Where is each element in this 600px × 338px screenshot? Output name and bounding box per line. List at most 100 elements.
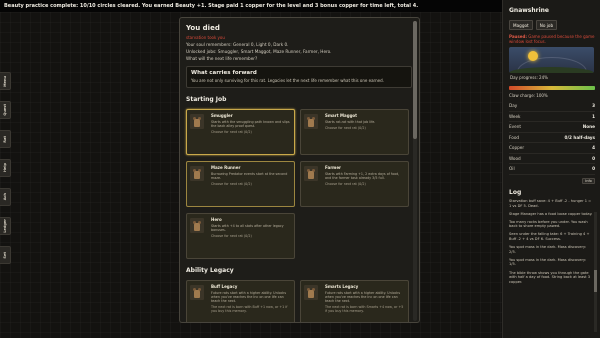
side-tab-label: Menu	[3, 75, 7, 87]
side-tab-ledger[interactable]: Ledger	[0, 217, 11, 235]
log-entry: You spot moss in the dark. Moss discover…	[509, 245, 587, 254]
panel-title: Gnawshrine	[509, 7, 549, 14]
stat-value: 3	[592, 103, 595, 109]
stats-table: Day 3 Week 1 Event None Food 0/2 half-days C…	[509, 101, 595, 175]
ability-desc: Future rats start with a higher ability.…	[325, 290, 401, 303]
job-grid: Smuggler Starts with the smuggling path …	[186, 109, 412, 259]
paused-notice: Paused: Game paused because the game win…	[509, 34, 595, 44]
claw-charge-bar	[509, 86, 595, 90]
job-card-maze-runner[interactable]: Maze Runner Burrowing Predator events st…	[186, 161, 295, 207]
stat-row-wood: Wood 0	[509, 154, 595, 164]
job-name: Maze Runner	[211, 165, 241, 170]
job-name: Hero	[211, 217, 222, 222]
job-desc: Starts with Farming +1, 2 extra days of …	[325, 171, 400, 180]
job-name: Farmer	[325, 165, 342, 170]
side-tab-help[interactable]: Help	[0, 159, 11, 177]
side-tab-label: Ledger	[3, 219, 7, 233]
stat-label: Event	[509, 124, 521, 130]
job-card-smart-maggot[interactable]: Smart Maggot Starts rat-rat with that jo…	[300, 109, 409, 155]
rat-portrait-icon	[190, 166, 204, 181]
rat-portrait-icon	[304, 166, 318, 181]
job-desc: Burrowing Predator events start at the s…	[211, 171, 288, 180]
status-panel: Gnawshrine Maggot No job Paused: Game pa…	[502, 0, 600, 338]
rat-portrait-icon	[190, 114, 204, 129]
job-choose-label: Choose for next rat (0/2)	[211, 181, 252, 186]
ability-card-smarts[interactable]: Smarts Legacy Future rats start with a h…	[300, 280, 409, 322]
side-tab-achievements[interactable]: Ach	[0, 188, 11, 206]
stat-label: Day	[509, 103, 518, 109]
job-desc: Starts with the smuggling path known and…	[211, 119, 290, 128]
job-card-smuggler[interactable]: Smuggler Starts with the smuggling path …	[186, 109, 295, 155]
stat-value: 0	[592, 166, 595, 172]
day-progress-text: Day progress: 24%	[510, 75, 548, 80]
log-entry: You spot moss in the dark. Moss discover…	[509, 257, 587, 267]
sun-icon	[528, 51, 538, 61]
log-entry: Starvation buff save: 4 + Buff -2 - hung…	[509, 199, 592, 208]
side-tab-quest[interactable]: Quest	[0, 101, 11, 119]
modal-scroll-thumb[interactable]	[413, 21, 417, 139]
carry-forward-box: What carries forward You are not only su…	[186, 66, 412, 88]
stat-row-food: Food 0/2 half-days	[509, 133, 595, 143]
stat-label: Copper	[509, 145, 525, 151]
stat-value: 0	[592, 155, 595, 161]
soul-summary: Your soul remembers: General 0, Light 0,…	[186, 42, 289, 47]
role-chips: Maggot No job	[509, 20, 595, 30]
job-chip[interactable]: No job	[535, 20, 558, 30]
day-sky	[509, 47, 594, 73]
log-scroll-thumb[interactable]	[594, 270, 597, 292]
job-name: Smart Maggot	[325, 113, 358, 118]
job-choose-label: Choose for next rat (0/2)	[211, 129, 252, 134]
modal-scrollbar[interactable]	[413, 21, 417, 321]
job-desc: Starts rat-rat with that job life.	[325, 119, 376, 124]
rat-portrait-icon	[304, 285, 318, 300]
modal-title: You died	[186, 24, 220, 32]
side-tab-label: Rat	[3, 135, 7, 143]
carry-forward-text: You are not only surviving for this rat.…	[191, 78, 384, 83]
ability-desc: Future rats start with a higher ability.…	[211, 290, 287, 303]
ability-foot: The next rat is born with Smarts +4 now,…	[325, 305, 404, 314]
job-desc: Starts with +4 to all stats after other …	[211, 223, 284, 232]
stat-label: Food	[509, 134, 520, 140]
job-choose-label: Choose for next rat (0/2)	[325, 181, 366, 186]
next-life-question: What will the next life remember?	[186, 56, 258, 61]
stat-row-copper: Copper 4	[509, 143, 595, 154]
rat-portrait-icon	[304, 114, 318, 129]
side-tab-menu[interactable]: Menu	[0, 72, 11, 90]
side-tab-label: Help	[3, 163, 7, 173]
ground	[509, 67, 594, 73]
stat-value: None	[582, 124, 595, 130]
carry-forward-title: What carries forward	[191, 70, 257, 76]
job-grid-spacer	[300, 213, 409, 259]
log-entry: Stage Manager has a food loose copper to…	[509, 211, 593, 216]
log-title: Log	[509, 188, 522, 196]
side-tab-label: Quest	[3, 104, 7, 116]
ability-name: Smarts Legacy	[325, 284, 359, 289]
unlocked-jobs: Unlocked jobs: Smuggler, Smart Maggot, M…	[186, 49, 332, 54]
log-entry: Too many rocks before you under. You was…	[509, 219, 588, 229]
ability-card-buff[interactable]: Buff Legacy Future rats start with a hig…	[186, 280, 295, 322]
job-choose-label: Choose for next rat (0/2)	[325, 125, 366, 130]
stat-label: Oil	[509, 166, 515, 172]
job-name: Smuggler	[211, 113, 233, 118]
stat-value: 0/2 half-days	[564, 134, 595, 140]
death-modal: You died starvation took you Your soul r…	[179, 17, 420, 323]
stat-value: 4	[592, 145, 595, 151]
job-card-hero[interactable]: Hero Starts with +4 to all stats after o…	[186, 213, 295, 259]
ability-grid: Buff Legacy Future rats start with a hig…	[186, 280, 412, 322]
ability-foot: The next rat is born with Buff +1 now, o…	[211, 305, 288, 314]
side-tab-rat[interactable]: Rat	[0, 130, 11, 148]
job-choose-label: Choose for next rat (0/2)	[211, 233, 252, 238]
side-tab-settings[interactable]: Set	[0, 246, 11, 264]
job-card-farmer[interactable]: Farmer Starts with Farming +1, 2 extra d…	[300, 161, 409, 207]
stat-label: Wood	[509, 155, 521, 161]
ability-name: Buff Legacy	[211, 284, 238, 289]
log-entry: Seen under the falling take: 6 + Trainin…	[509, 232, 590, 242]
log-entry: The bible throw shows you through the ga…	[509, 270, 591, 284]
log-list: Starvation buff save: 4 + Buff -2 - hung…	[509, 199, 595, 284]
rank-chip[interactable]: Maggot	[509, 20, 533, 30]
stat-row-oil: Oil 0	[509, 164, 595, 175]
side-tabs: Menu Quest Rat Help Ach Ledger Set	[0, 72, 12, 275]
claw-charge-text: Claw charge: 100%	[509, 93, 548, 98]
info-button[interactable]: Info	[582, 177, 595, 184]
rat-portrait-icon	[190, 285, 204, 300]
